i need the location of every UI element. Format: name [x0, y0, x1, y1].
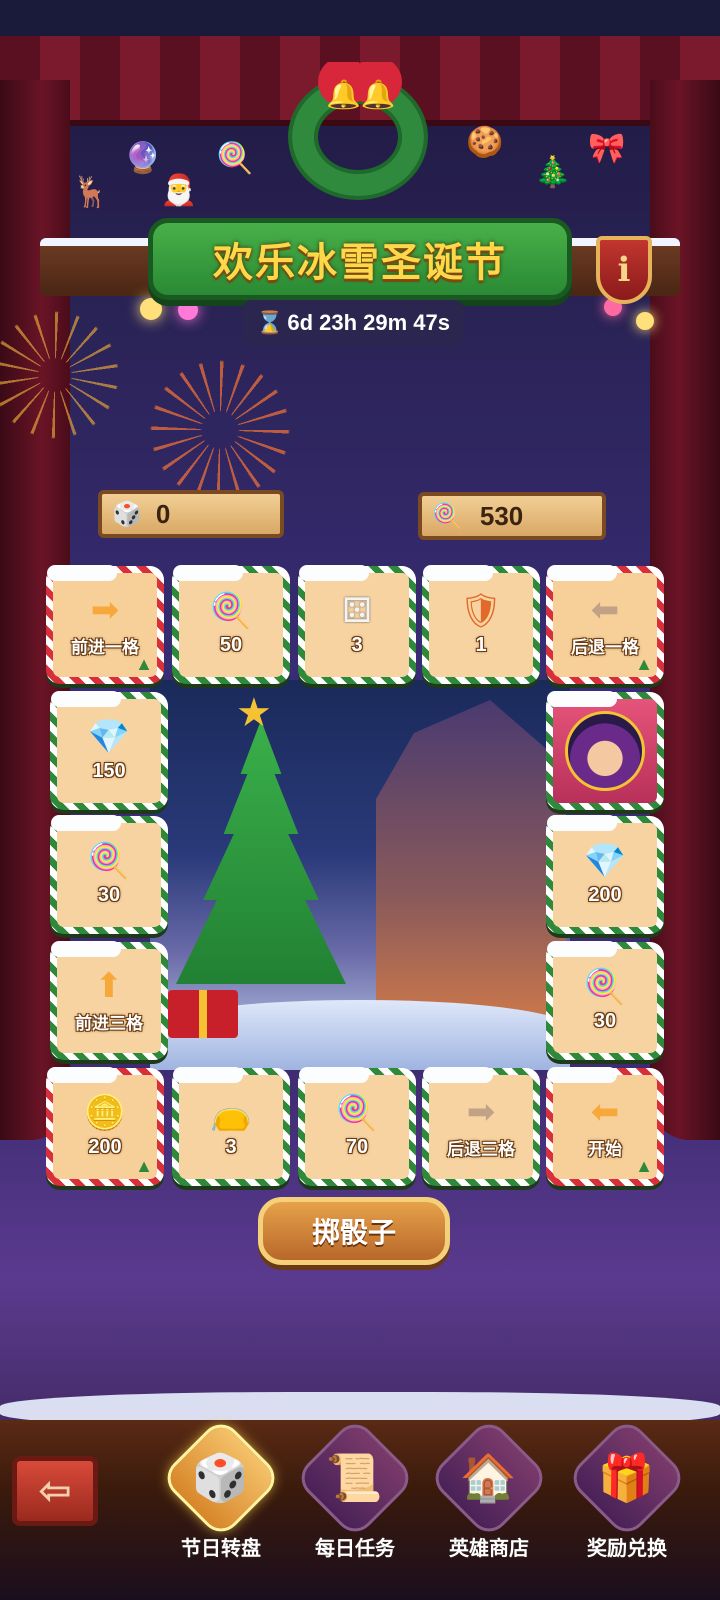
tile-label: 前进一格: [71, 638, 139, 658]
candy-count: 530: [479, 500, 524, 531]
board-tile-forward-one: ➡ 前进一格 ▲: [46, 565, 164, 684]
diamond-icon: 💎: [583, 841, 627, 880]
tile-label: 3: [351, 634, 363, 657]
scroll-quest-icon: 📜: [297, 1420, 413, 1536]
hero-portrait-icon: [565, 711, 645, 791]
board-tile-loot-bag: 👝 3: [172, 1067, 290, 1186]
tile-label: 后退三格: [447, 1140, 515, 1160]
light-bulb: [636, 312, 654, 330]
hero-crest-icon: 🛡: [459, 591, 503, 630]
board-tile-hero-crest: 🛡 1: [422, 565, 540, 684]
board-tile-candy: 🍭 30: [546, 941, 664, 1060]
nav-daily-tasks[interactable]: 📜 每日任务: [296, 1420, 414, 1561]
arrow-right-icon: ➡: [90, 590, 120, 629]
tile-label: 150: [92, 760, 126, 783]
dice-count: 0: [155, 498, 171, 529]
gift-box-decoration: [168, 990, 238, 1038]
shop-house-icon: 🏠: [431, 1420, 547, 1536]
back-button[interactable]: ⇦: [12, 1456, 98, 1526]
tile-label: 开始: [588, 1140, 622, 1160]
reindeer-ornament-icon: 🦌: [72, 176, 110, 209]
tile-label: 1: [475, 634, 487, 657]
light-bulb: [140, 298, 162, 320]
tile-label: 200: [588, 884, 622, 907]
tile-label: 前进三格: [75, 1014, 143, 1034]
board-game-icon: 🎲: [163, 1420, 279, 1536]
candy-cane-icon: 🍭: [87, 841, 131, 880]
candy-cane-icon: 🍭: [583, 967, 627, 1006]
firework-decoration-left: [0, 310, 120, 440]
candy-cane-icon: 🍭: [335, 1093, 379, 1132]
nav-label: 每日任务: [315, 1538, 395, 1560]
board-tile-coin: 🪙 200 ▲: [46, 1067, 164, 1186]
tree-icon: ▲: [635, 654, 653, 674]
arrow-left-icon: ⬅: [590, 1092, 620, 1131]
gift-box-icon: 🎁: [569, 1420, 685, 1536]
board-tile-start: ⬅ 开始 ▲: [546, 1067, 664, 1186]
board-tile-candy: 🍭 70: [298, 1067, 416, 1186]
star-icon: ★: [236, 691, 272, 735]
board-tile-back-one: ⬅ 后退一格 ▲: [546, 565, 664, 684]
arrow-left-icon: ⬅: [590, 590, 620, 629]
tile-label: 后退一格: [571, 638, 639, 658]
timer-text: 6d 23h 29m 47s: [287, 310, 451, 335]
tile-label: 30: [593, 1010, 617, 1033]
candy-counter: 🍭 530: [418, 492, 606, 540]
event-title: 欢乐冰雪圣诞节: [213, 241, 507, 285]
nav-festival-board[interactable]: 🎲 节日转盘: [162, 1420, 280, 1561]
nav-reward-exchange[interactable]: 🎁 奖励兑换: [568, 1420, 686, 1561]
candy-cane-icon: 🍭: [209, 591, 253, 630]
hourglass-icon: ⌛: [255, 310, 284, 335]
diamond-icon: 💎: [87, 717, 131, 756]
tile-label: 3: [225, 1136, 237, 1159]
board-tile-diamond: 💎 150: [50, 691, 168, 810]
tree-ornament-icon: 🎄: [534, 156, 572, 189]
coin-v-icon: 🪙: [83, 1093, 127, 1132]
arrow-up-icon: ⬆: [94, 966, 124, 1005]
loot-bag-icon: 👝: [209, 1093, 253, 1132]
back-arrow-icon: ⇦: [38, 1469, 72, 1513]
board-tile-candy: 🍭 50: [172, 565, 290, 684]
dice-icon: ⚄: [342, 591, 372, 630]
event-timer: ⌛ 6d 23h 29m 47s: [242, 300, 464, 346]
tree-icon: ▲: [635, 1156, 653, 1176]
candy-cane-ornament-icon: 🍭: [216, 142, 254, 175]
bow-ornament-icon: 🎀: [588, 132, 626, 165]
board-tile-forward-three: ⬆ 前进三格: [50, 941, 168, 1060]
arrow-right-grey-icon: ➡: [466, 1092, 496, 1131]
dice-icon: 🎲: [112, 500, 142, 528]
light-bulb: [178, 300, 198, 320]
tree-icon: ▲: [135, 1156, 153, 1176]
board-tile-back-three: ➡ 后退三格: [422, 1067, 540, 1186]
info-icon: i: [617, 250, 631, 290]
board-tile-candy: 🍭 30: [50, 815, 168, 934]
candy-cane-icon: 🍭: [432, 502, 462, 530]
nav-label: 节日转盘: [181, 1538, 261, 1560]
snowy-house: [376, 700, 566, 1030]
tile-label: 200: [88, 1136, 122, 1159]
roll-dice-button[interactable]: 掷骰子: [258, 1197, 450, 1265]
board-tile-diamond: 💎 200: [546, 815, 664, 934]
bells-icon: 🔔🔔: [326, 79, 396, 110]
top-strip: [0, 0, 720, 38]
info-button[interactable]: i: [596, 236, 652, 304]
tile-label: 30: [97, 884, 121, 907]
dice-counter: 🎲 0: [98, 490, 284, 538]
board-tile-dice: ⚄ 3: [298, 565, 416, 684]
nav-label: 奖励兑换: [587, 1538, 667, 1560]
bauble-ornament-icon: 🔮: [124, 142, 162, 175]
board-tile-hero-portrait: [546, 691, 664, 810]
firework-decoration: [150, 360, 290, 500]
tile-label: 70: [345, 1136, 369, 1159]
santa-ornament-icon: 🎅: [160, 174, 198, 207]
event-title-banner: 欢乐冰雪圣诞节: [148, 218, 572, 300]
nav-label: 英雄商店: [449, 1538, 529, 1560]
tree-icon: ▲: [135, 654, 153, 674]
tile-label: 50: [219, 634, 243, 657]
nav-hero-shop[interactable]: 🏠 英雄商店: [430, 1420, 548, 1561]
gingerbread-ornament-icon: 🍪: [466, 126, 504, 159]
